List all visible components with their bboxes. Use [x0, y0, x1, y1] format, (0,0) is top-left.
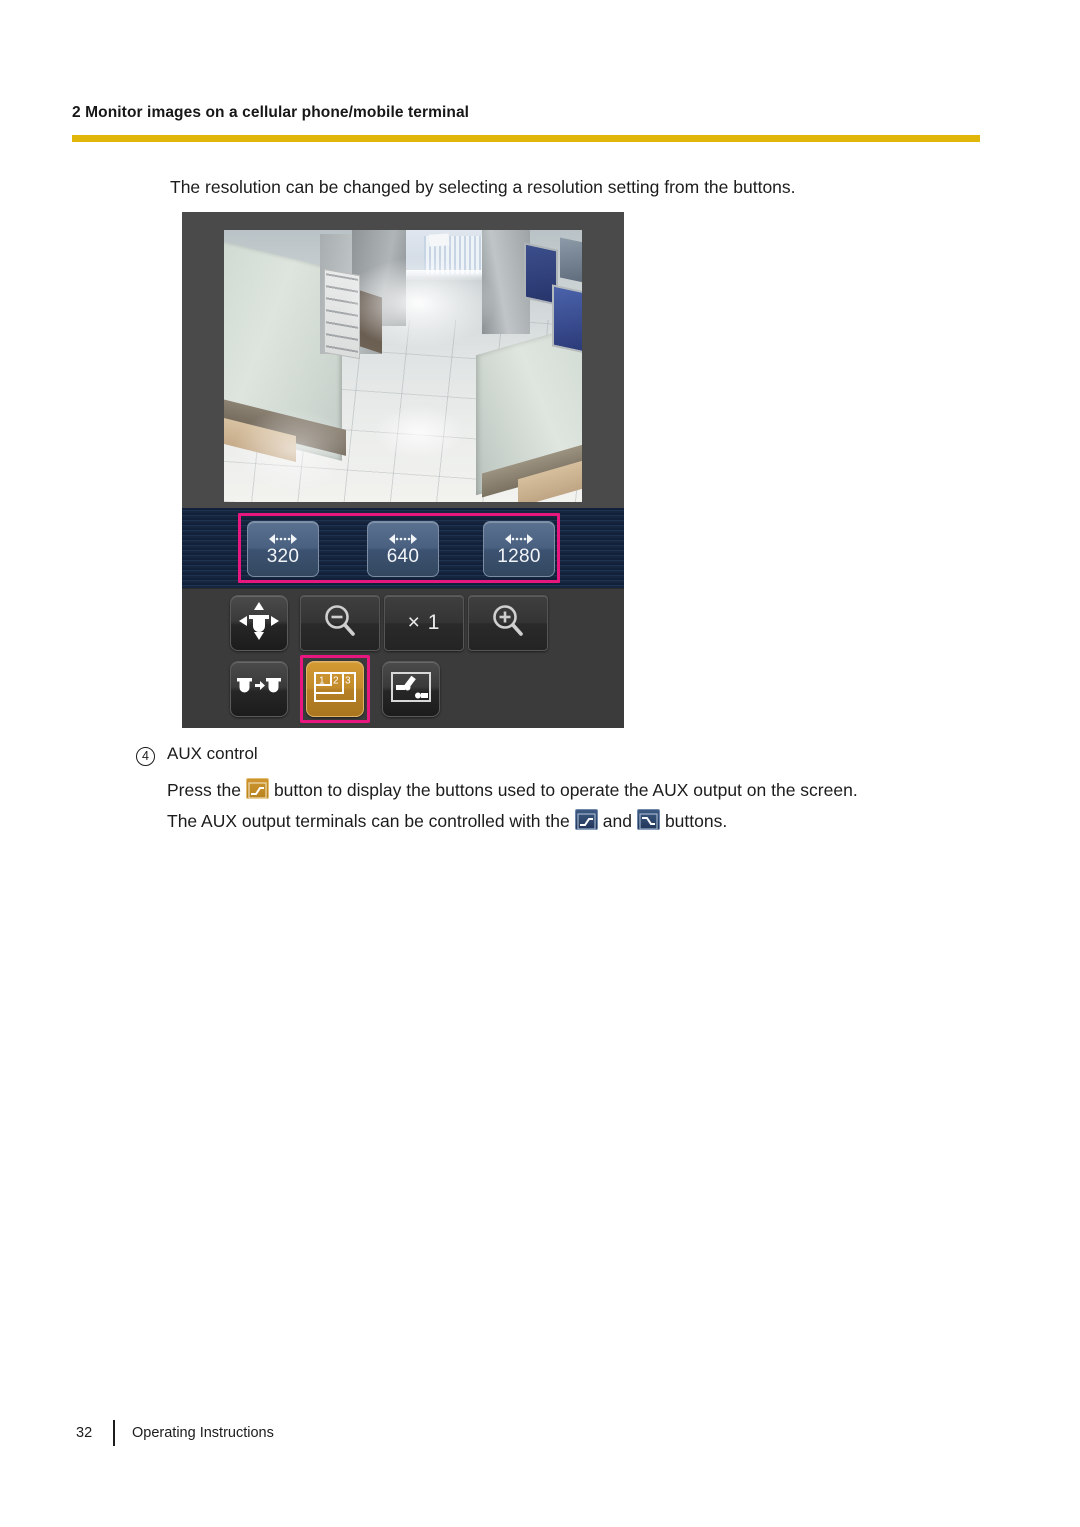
camera-switch-icon [235, 671, 283, 708]
svg-text:3: 3 [345, 675, 351, 686]
resolution-640-button[interactable]: 640 [367, 521, 439, 577]
aux-open-blue-icon [574, 808, 598, 830]
double-arrow-icon [381, 532, 425, 546]
mobile-camera-control-screenshot: 320 640 1280 × 1 1 2 3 [182, 212, 624, 728]
resolution-1280-label: 1280 [497, 546, 541, 567]
zoom-in-icon [488, 602, 528, 645]
aux-control-body: Press the button to display the buttons u… [167, 775, 976, 837]
video-ceiling-light-glow [344, 258, 494, 348]
live-video-pane [224, 230, 582, 502]
aux-control-section: 4 AUX control Press the button to display… [136, 744, 976, 837]
zoom-reset-button[interactable]: × 1 [384, 595, 464, 651]
resolution-1280-button[interactable]: 1280 [483, 521, 555, 577]
resolution-640-label: 640 [386, 546, 420, 567]
page-footer: 32 Operating Instructions [76, 1420, 274, 1446]
video-floor-reflection-2 [234, 410, 354, 490]
svg-text:1: 1 [319, 675, 325, 686]
footer-page-number: 32 [76, 1425, 93, 1441]
aux-line1-part2: button to display the buttons used to op… [273, 779, 858, 800]
preset-button[interactable] [230, 661, 288, 717]
video-floor-reflection-1 [374, 405, 464, 460]
camera-control-panel: × 1 1 2 3 [182, 588, 624, 728]
aux-control-heading: 4 AUX control [136, 744, 976, 766]
pan-tilt-button[interactable] [230, 595, 288, 651]
aux-control-line-1: Press the button to display the buttons u… [167, 775, 976, 806]
video-monitor-2 [552, 284, 582, 354]
item-number-badge: 4 [136, 746, 155, 766]
header-rule [72, 135, 980, 142]
aux-open-orange-icon [245, 777, 269, 799]
video-right-panel [560, 237, 582, 283]
aux-switch-icon [389, 669, 433, 710]
page-header: 2 Monitor images on a cellular phone/mob… [72, 104, 980, 122]
footer-label: Operating Instructions [132, 1425, 274, 1441]
double-arrow-icon [497, 532, 541, 546]
aux-button[interactable] [382, 661, 440, 717]
aux-close-blue-icon [636, 808, 660, 830]
resolution-320-button[interactable]: 320 [247, 521, 319, 577]
video-paper-sheet [428, 233, 450, 247]
aux-control-line-2: The AUX output terminals can be controll… [167, 806, 976, 837]
aux-line2-part2: and [602, 810, 632, 831]
aux-line2-part1: The AUX output terminals can be controll… [167, 810, 570, 831]
resolution-button-strip: 320 640 1280 [182, 508, 624, 588]
zoom-in-button[interactable] [468, 595, 548, 651]
double-arrow-icon [261, 532, 305, 546]
chapter-title: 2 Monitor images on a cellular phone/mob… [72, 104, 470, 121]
aux-line2-part3: buttons. [664, 810, 728, 831]
intro-paragraph: The resolution can be changed by selecti… [170, 177, 796, 197]
footer-divider [113, 1420, 115, 1446]
svg-text:2: 2 [333, 675, 339, 686]
aux-line1-part1: Press the [167, 779, 241, 800]
zoom-out-icon [320, 602, 360, 645]
item-title: AUX control [167, 744, 258, 763]
zoom-out-button[interactable] [300, 595, 380, 651]
resolution-320-label: 320 [266, 546, 300, 567]
pan-tilt-icon [236, 599, 282, 648]
image-size-button[interactable]: 1 2 3 [306, 661, 364, 717]
zoom-reset-label: × 1 [407, 611, 441, 634]
image-size-123-icon: 1 2 3 [313, 669, 357, 710]
